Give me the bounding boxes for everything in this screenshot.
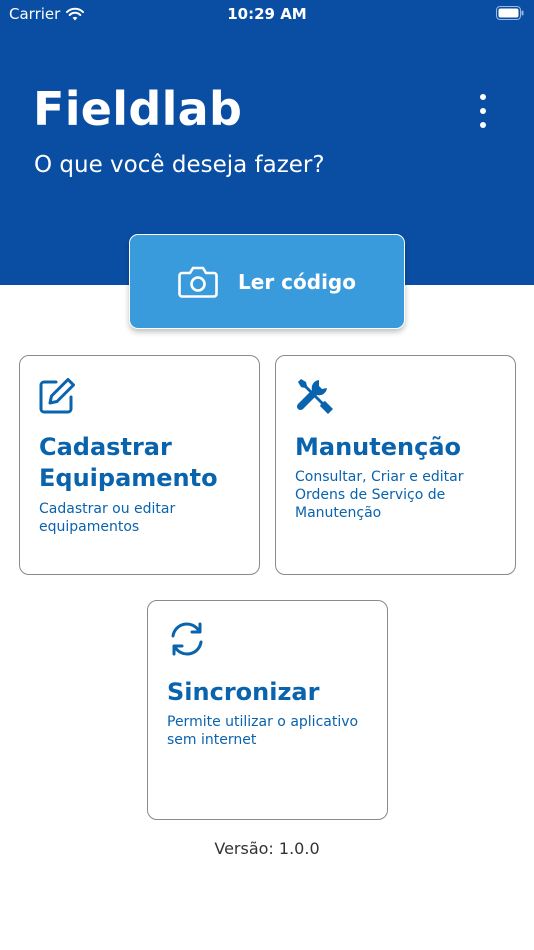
app-title: Fieldlab [33, 82, 243, 136]
more-options-button[interactable] [470, 94, 496, 128]
kebab-menu-icon [480, 94, 486, 100]
camera-icon [178, 266, 218, 298]
sync-card[interactable]: Sincronizar Permite utilizar o aplicativ… [147, 600, 388, 820]
sync-card-desc-line2: sem internet [167, 732, 257, 748]
sync-icon [171, 622, 203, 656]
status-time: 10:29 AM [227, 5, 307, 23]
kebab-dot [480, 122, 486, 128]
scan-code-button[interactable]: Ler código [129, 234, 405, 329]
tools-icon [296, 379, 333, 414]
maintenance-card-desc-line3: Manutenção [295, 505, 382, 521]
battery-icon [496, 6, 524, 20]
sync-card-title: Sincronizar [167, 678, 320, 706]
maintenance-card-desc-line1: Consultar, Criar e editar [295, 469, 464, 485]
register-equipment-card[interactable]: Cadastrar Equipamento Cadastrar ou edita… [19, 355, 260, 575]
edit-icon [39, 378, 75, 414]
sync-card-desc-line1: Permite utilizar o aplicativo [167, 714, 359, 730]
maintenance-card-title: Manutenção [295, 433, 461, 461]
maintenance-card-desc-line2: Ordens de Serviço de [295, 487, 446, 503]
scan-code-label: Ler código [238, 269, 356, 294]
status-bar: Carrier 10:29 AM [0, 0, 534, 28]
register-card-title-line2: Equipamento [39, 464, 218, 492]
kebab-dot [480, 108, 486, 114]
register-card-desc-line2: equipamentos [39, 519, 140, 535]
page-subtitle: O que você deseja fazer? [34, 152, 325, 178]
version-label: Versão: 1.0.0 [214, 839, 320, 858]
register-card-title-line1: Cadastrar [39, 433, 172, 461]
register-card-desc-line1: Cadastrar ou editar [39, 501, 176, 517]
maintenance-card[interactable]: Manutenção Consultar, Criar e editar Ord… [275, 355, 516, 575]
